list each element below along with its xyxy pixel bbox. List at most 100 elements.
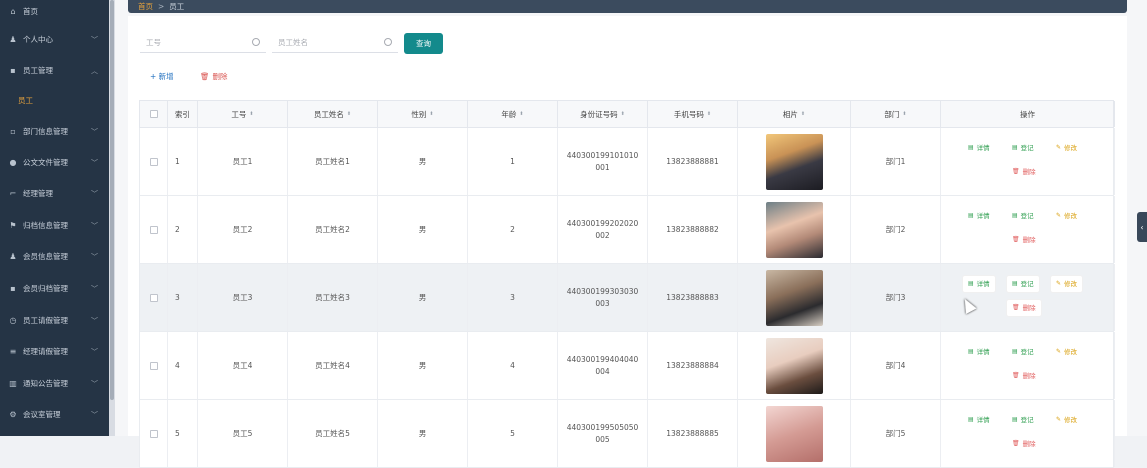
column-header-2[interactable]: 员工姓名 ⬍ (288, 101, 378, 127)
detail-button[interactable]: ▤ 详情 (963, 344, 995, 360)
sidebar-item-label: 经理管理 (23, 188, 53, 198)
row-checkbox[interactable] (149, 157, 158, 166)
sort-icon[interactable]: ⬍ (621, 111, 625, 117)
sort-icon[interactable]: ⬍ (801, 111, 805, 117)
sort-icon[interactable]: ⬍ (347, 111, 351, 117)
index-cell-text: 1 (175, 156, 180, 166)
phone-cell-text: 13823888884 (666, 360, 719, 370)
employee-photo[interactable] (765, 269, 823, 326)
index-cell: 3 (168, 264, 198, 331)
register-button[interactable]: ▤ 登记 (1007, 276, 1039, 292)
column-header-7[interactable]: 相片 ⬍ (738, 101, 851, 127)
edit-label: 修改 (1064, 144, 1078, 152)
chevron-down-icon: ﹀ (91, 411, 98, 419)
sort-icon[interactable]: ⬍ (519, 111, 523, 117)
row-select-cell (140, 196, 168, 263)
sort-icon[interactable]: ⬍ (707, 111, 711, 117)
phone-cell: 13823888883 (648, 264, 738, 331)
row-checkbox[interactable] (149, 293, 158, 302)
sidebar-item-3[interactable]: ▫ 部门信息管理 ﹀ (0, 120, 109, 142)
delete-button[interactable]: 🗑 删除 (1007, 368, 1041, 384)
sidebar-subitem-employee[interactable]: 员工 (18, 92, 33, 108)
row-checkbox[interactable] (149, 429, 158, 438)
sidebar-item-7[interactable]: ♟ 会员信息管理 ﹀ (0, 245, 109, 267)
column-header-8[interactable]: 部门 ⬍ (851, 101, 941, 127)
collapse-panel-tab[interactable]: ‹ (1137, 212, 1147, 242)
employee-photo[interactable] (765, 201, 823, 258)
column-header-1[interactable]: 工号 ⬍ (198, 101, 288, 127)
employee-photo[interactable] (765, 337, 823, 394)
detail-label: 详情 (976, 416, 990, 424)
batch-delete-button[interactable]: 🗑 删除 (200, 71, 228, 82)
sort-icon[interactable]: ⬍ (429, 111, 433, 117)
sidebar-item-5[interactable]: ⌐ 经理管理 ﹀ (0, 182, 109, 204)
batch-delete-label: 删除 (212, 72, 228, 81)
column-header-6[interactable]: 手机号码 ⬍ (648, 101, 738, 127)
register-button[interactable]: ▤ 登记 (1007, 140, 1039, 156)
sidebar-item-9[interactable]: ◷ 员工请假管理 ﹀ (0, 309, 109, 331)
column-header-5[interactable]: 身份证号码 ⬍ (558, 101, 648, 127)
delete-button[interactable]: 🗑 删除 (1007, 300, 1041, 316)
name-cell-text: 员工姓名1 (315, 156, 350, 166)
edit-icon: ✎ (1056, 416, 1062, 423)
row-select-cell (140, 128, 168, 195)
employee-photo[interactable] (765, 405, 823, 462)
sort-icon[interactable]: ⬍ (902, 111, 906, 117)
sidebar-item-0[interactable]: ⌂ 首页 (0, 0, 109, 22)
query-button[interactable]: 查询 (404, 33, 443, 54)
delete-label: 删除 (1022, 304, 1036, 312)
edit-button[interactable]: ✎ 修改 (1051, 208, 1083, 224)
sort-icon[interactable]: ⬍ (249, 111, 253, 117)
detail-button[interactable]: ▤ 详情 (963, 276, 995, 292)
edit-label: 修改 (1064, 416, 1078, 424)
column-header-3[interactable]: 性别 ⬍ (378, 101, 468, 127)
register-button[interactable]: ▤ 登记 (1007, 208, 1039, 224)
chevron-down-icon: ﹀ (91, 380, 98, 388)
register-button[interactable]: ▤ 登记 (1007, 412, 1039, 428)
name-search-input[interactable]: 员工姓名 (272, 33, 398, 53)
sidebar-item-10[interactable]: ≡ 经理请假管理 ﹀ (0, 340, 109, 362)
dept-cell: 部门4 (851, 332, 941, 399)
index-cell: 2 (168, 196, 198, 263)
sidebar-item-6[interactable]: ⚑ 归档信息管理 ﹀ (0, 214, 109, 236)
delete-button[interactable]: 🗑 删除 (1007, 436, 1041, 452)
chevron-down-icon: ﹀ (91, 253, 98, 261)
breadcrumb-home[interactable]: 首页 (138, 1, 153, 12)
edit-button[interactable]: ✎ 修改 (1051, 344, 1083, 360)
sidebar-item-11[interactable]: ▥ 通知公告管理 ﹀ (0, 372, 109, 394)
dept-cell-text: 部门1 (885, 156, 906, 166)
detail-button[interactable]: ▤ 详情 (963, 208, 995, 224)
edit-button[interactable]: ✎ 修改 (1051, 140, 1083, 156)
sidebar-item-8[interactable]: ▪ 会员归档管理 ﹀ (0, 277, 109, 299)
job-no-cell: 员工4 (198, 332, 288, 399)
register-button[interactable]: ▤ 登记 (1007, 344, 1039, 360)
actions-cell: ▤ 详情 ▤ 登记 ✎ 修改 🗑 删除 (941, 196, 1115, 263)
sidebar-item-12[interactable]: ⚙ 会议室管理 ﹀ (0, 403, 109, 425)
sidebar-item-label: 员工管理 (23, 65, 53, 75)
row-checkbox[interactable] (149, 225, 158, 234)
detail-label: 详情 (976, 212, 990, 220)
sidebar-item-1[interactable]: ♟ 个人中心 ﹀ (0, 28, 109, 50)
sidebar-item-2[interactable]: ▪ 员工管理 ︿ (0, 59, 109, 81)
sidebar-item-label: 员工请假管理 (23, 315, 68, 325)
delete-button[interactable]: 🗑 删除 (1007, 232, 1041, 248)
user-icon: ♟ (9, 251, 17, 261)
column-header-4[interactable]: 年龄 ⬍ (468, 101, 558, 127)
phone-cell: 13823888885 (648, 400, 738, 467)
row-checkbox[interactable] (149, 361, 158, 370)
sidebar-item-4[interactable]: ● 公文文件管理 ﹀ (0, 151, 109, 173)
column-header-label: 手机号码 (673, 109, 704, 119)
edit-button[interactable]: ✎ 修改 (1051, 276, 1083, 292)
add-button[interactable]: + 新增 (150, 71, 174, 82)
employee-photo[interactable] (765, 133, 823, 190)
name-cell-text: 员工姓名5 (315, 428, 350, 438)
job-no-cell-text: 员工2 (232, 224, 253, 234)
job-no-search-input[interactable]: 工号 (140, 33, 266, 53)
edit-button[interactable]: ✎ 修改 (1051, 412, 1083, 428)
delete-button[interactable]: 🗑 删除 (1007, 164, 1041, 180)
row-select-cell (140, 264, 168, 331)
select-all-checkbox[interactable] (149, 110, 158, 118)
detail-button[interactable]: ▤ 详情 (963, 140, 995, 156)
sidebar-scrollbar-thumb[interactable] (110, 0, 114, 400)
detail-button[interactable]: ▤ 详情 (963, 412, 995, 428)
